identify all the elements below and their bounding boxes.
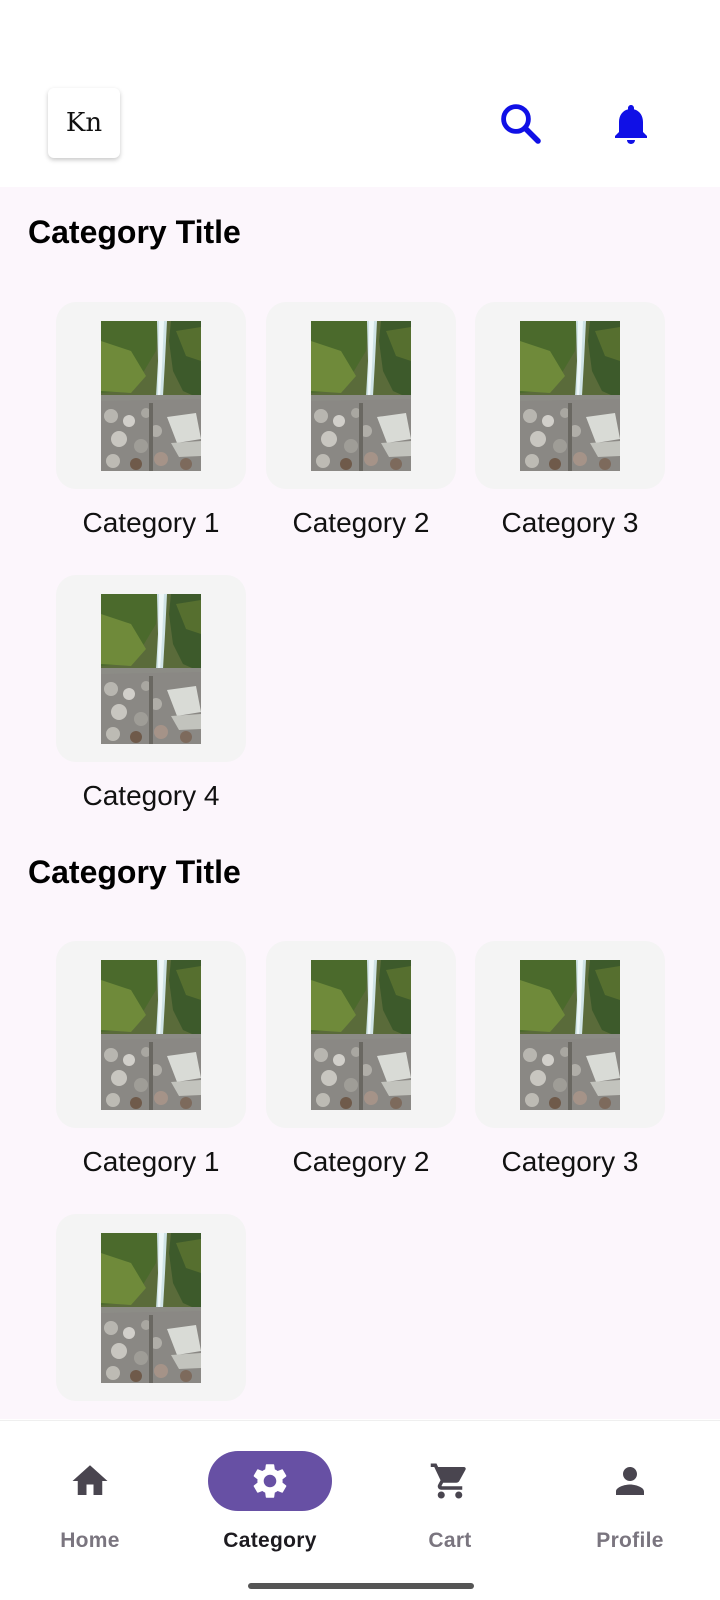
waterfall-image [311, 959, 411, 1110]
nav-item-home[interactable]: Home [0, 1451, 180, 1561]
notifications-button[interactable] [603, 96, 659, 152]
person-icon [616, 1467, 644, 1495]
nav-indicator [28, 1451, 152, 1511]
search-button[interactable] [493, 96, 549, 152]
section-title: Category Title [28, 854, 241, 890]
home-icon [72, 1465, 108, 1495]
category-label: Category 4 [82, 780, 220, 811]
category-label: Category 1 [82, 507, 220, 538]
category-label: Category 2 [292, 1146, 430, 1177]
category-tile[interactable]: Category 2 [266, 302, 456, 539]
category-label: Category 2 [292, 507, 430, 538]
category-tile[interactable]: Category 3 [475, 302, 665, 539]
nav-indicator-active [208, 1451, 332, 1511]
gear-icon [253, 1464, 287, 1498]
waterfall-image [101, 959, 201, 1110]
category-card[interactable] [56, 1214, 246, 1401]
waterfall-image [311, 320, 411, 471]
nav-item-profile[interactable]: Profile [540, 1451, 720, 1561]
search-icon [501, 104, 541, 144]
bottom-navigation: Home Category Cart Profile [0, 1420, 720, 1600]
nav-label: Profile [596, 1529, 664, 1552]
app-logo[interactable]: Kn [48, 88, 120, 158]
category-tile[interactable] [56, 1214, 246, 1419]
nav-label: Home [60, 1529, 120, 1552]
waterfall-image [101, 1232, 201, 1383]
cart-icon [430, 1463, 466, 1499]
top-app-bar: Kn [0, 0, 720, 187]
category-card[interactable] [56, 941, 246, 1128]
category-content[interactable]: Category Title Category 1 Category 2 Cat… [0, 187, 720, 1419]
nav-indicator [388, 1451, 512, 1511]
gesture-handle[interactable] [248, 1583, 474, 1589]
screen: Kn Category Title Category 1 Category 2 … [0, 0, 720, 1600]
nav-label: Cart [428, 1529, 472, 1552]
waterfall-image [101, 320, 201, 471]
category-card[interactable] [56, 302, 246, 489]
nav-item-category[interactable]: Category [180, 1451, 360, 1561]
nav-indicator [568, 1451, 692, 1511]
waterfall-image [101, 593, 201, 744]
category-card[interactable] [475, 302, 665, 489]
category-card[interactable] [266, 302, 456, 489]
category-tile[interactable]: Category 4 [56, 575, 246, 812]
category-label: Category 3 [501, 507, 639, 538]
section-title: Category Title [28, 214, 241, 250]
category-tile[interactable]: Category 1 [56, 302, 246, 539]
waterfall-image [520, 959, 620, 1110]
nav-item-cart[interactable]: Cart [360, 1451, 540, 1561]
category-card[interactable] [475, 941, 665, 1128]
category-label: Category 1 [82, 1146, 220, 1177]
waterfall-image [520, 320, 620, 471]
category-card[interactable] [56, 575, 246, 762]
nav-label: Category [223, 1529, 317, 1552]
category-tile[interactable]: Category 3 [475, 941, 665, 1178]
category-card[interactable] [266, 941, 456, 1128]
category-tile[interactable]: Category 2 [266, 941, 456, 1178]
category-tile[interactable]: Category 1 [56, 941, 246, 1178]
bell-icon [615, 105, 647, 144]
category-label: Category 3 [501, 1146, 639, 1177]
